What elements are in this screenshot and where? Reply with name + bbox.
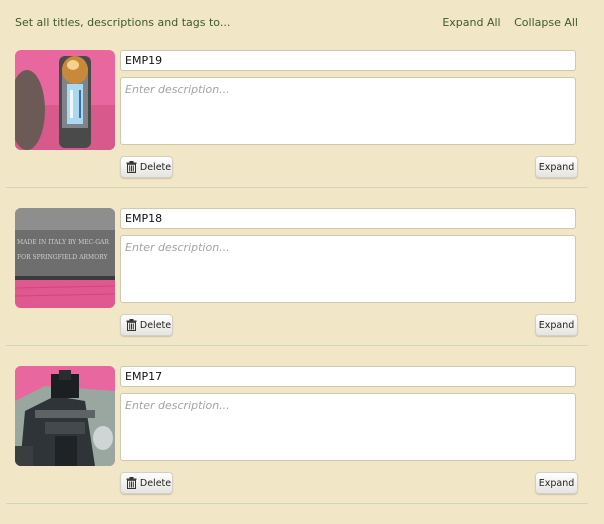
divider — [6, 503, 588, 504]
description-input[interactable] — [120, 77, 576, 145]
expand-button[interactable]: Expand — [535, 156, 578, 178]
engraving-line-1: MADE IN ITALY BY MEC-GAR — [17, 239, 109, 246]
title-input[interactable] — [120, 208, 576, 229]
title-input[interactable] — [120, 366, 576, 387]
delete-label: Delete — [139, 161, 172, 173]
photo-item: Delete Expand — [0, 366, 604, 524]
delete-label: Delete — [139, 477, 172, 489]
thumbnail-engraving[interactable]: MADE IN ITALY BY MEC-GAR FOR SPRINGFIELD… — [15, 208, 115, 308]
trash-icon — [126, 161, 137, 173]
trash-icon — [126, 477, 137, 489]
description-input[interactable] — [120, 235, 576, 303]
photo-item: MADE IN ITALY BY MEC-GAR FOR SPRINGFIELD… — [0, 208, 604, 366]
collapse-all-link[interactable]: Collapse All — [514, 16, 578, 29]
photo-item: Delete Expand — [0, 50, 604, 208]
expand-button[interactable]: Expand — [535, 472, 578, 494]
set-all-label[interactable]: Set all titles, descriptions and tags to… — [15, 16, 230, 29]
thumbnail-bullet[interactable] — [15, 50, 115, 150]
engraving-line-2: FOR SPRINGFIELD ARMORY — [17, 254, 108, 261]
thumbnail-sights[interactable] — [15, 366, 115, 466]
title-input[interactable] — [120, 50, 576, 71]
expand-collapse-links: Expand All Collapse All — [432, 16, 578, 29]
divider — [6, 187, 588, 188]
trash-icon — [126, 319, 137, 331]
delete-button[interactable]: Delete — [120, 472, 173, 494]
expand-button[interactable]: Expand — [535, 314, 578, 336]
expand-all-link[interactable]: Expand All — [442, 16, 500, 29]
divider — [6, 345, 588, 346]
description-input[interactable] — [120, 393, 576, 461]
delete-button[interactable]: Delete — [120, 156, 173, 178]
delete-label: Delete — [139, 319, 172, 331]
delete-button[interactable]: Delete — [120, 314, 173, 336]
header-bar: Set all titles, descriptions and tags to… — [0, 0, 604, 44]
